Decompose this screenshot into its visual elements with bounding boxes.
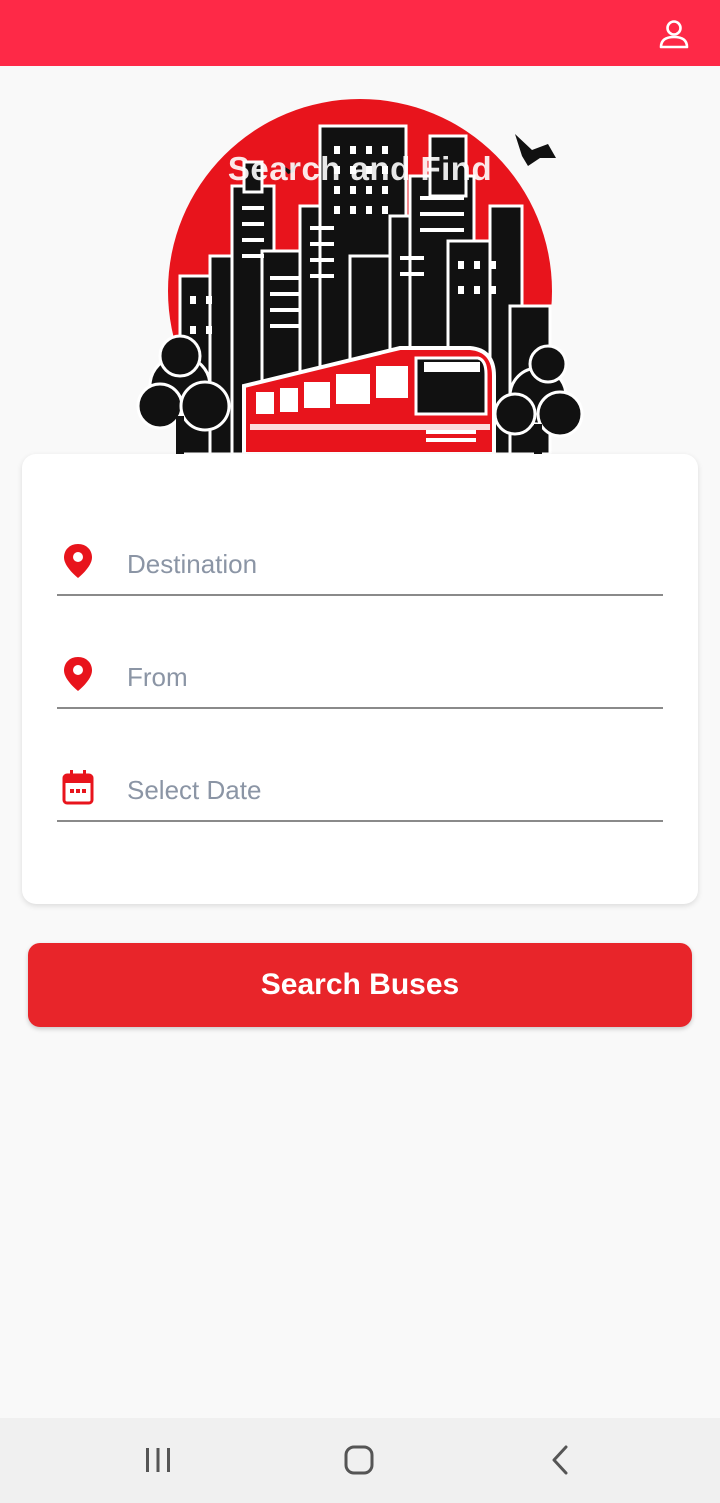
date-field: [57, 760, 663, 822]
back-button[interactable]: [541, 1440, 581, 1480]
back-icon: [552, 1445, 568, 1475]
destination-field: [57, 534, 663, 596]
recent-apps-button[interactable]: [138, 1440, 178, 1480]
person-icon: [659, 20, 689, 49]
city-bus-illustration: [136, 99, 584, 454]
top-app-bar: [0, 0, 720, 66]
search-buses-button[interactable]: Search Buses: [28, 943, 692, 1027]
hero-title: Search and Find: [227, 150, 493, 187]
home-icon: [344, 1445, 374, 1475]
recent-apps-icon: [146, 1448, 170, 1472]
home-button[interactable]: [339, 1440, 379, 1480]
from-input[interactable]: [127, 655, 647, 699]
calendar-icon: [62, 770, 94, 805]
hero-banner: Search and Find: [0, 66, 720, 454]
location-pin-icon: [64, 544, 92, 578]
app-screen: Search and Find Destination From Select …: [0, 0, 720, 1503]
destination-input[interactable]: [127, 542, 647, 586]
profile-button[interactable]: [658, 18, 690, 50]
date-input[interactable]: [127, 768, 647, 812]
from-field: [57, 647, 663, 709]
location-pin-icon: [64, 657, 92, 691]
search-form-card: [22, 454, 698, 904]
system-navigation-bar: [0, 1418, 720, 1503]
